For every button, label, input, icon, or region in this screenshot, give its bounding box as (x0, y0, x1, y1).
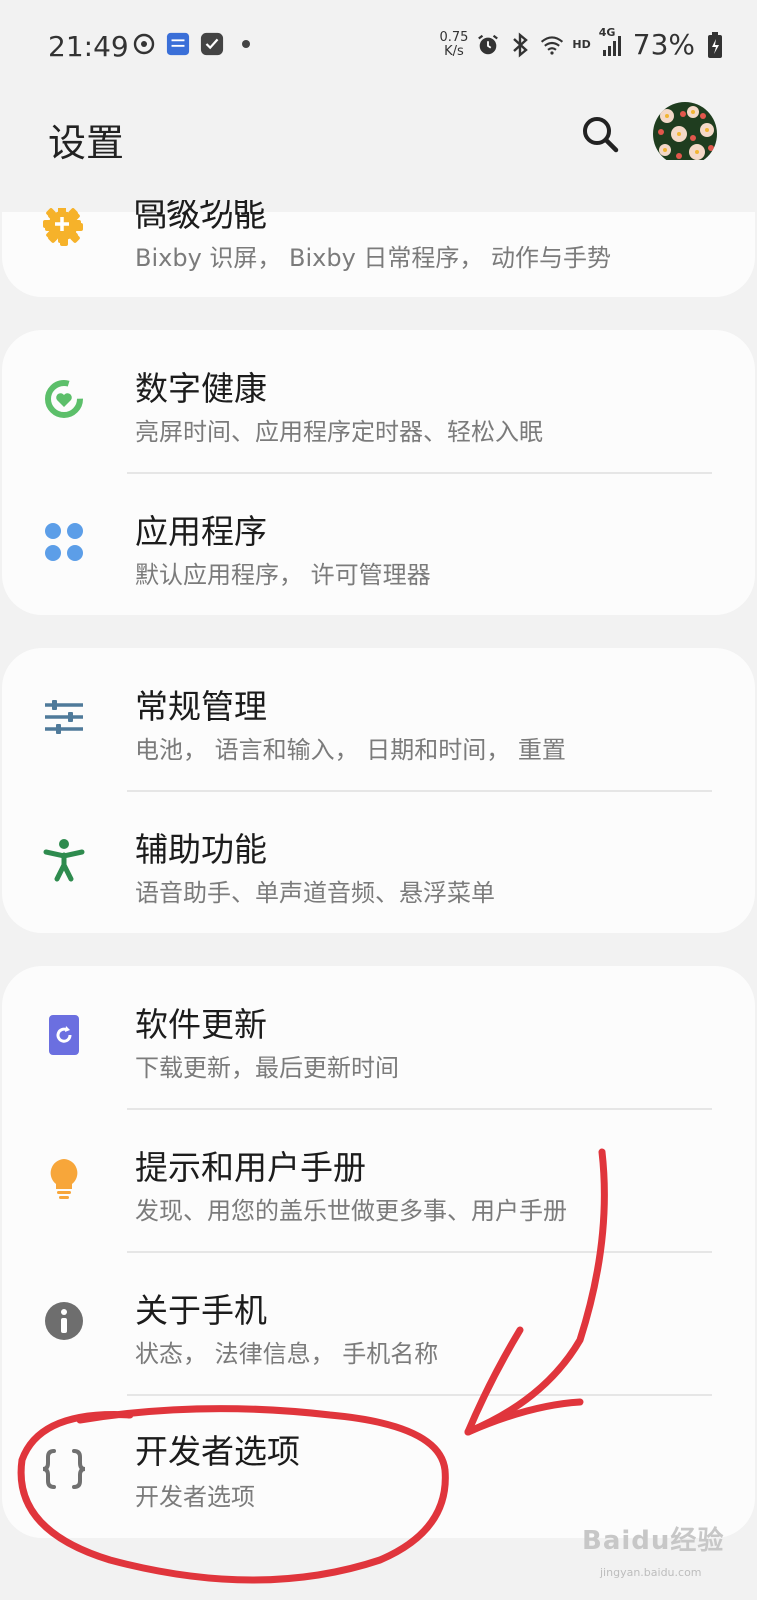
status-bar: 21:49 0.75 K/s HD 4G 73% (0, 0, 757, 90)
watermark: Baidu经验 (582, 1526, 725, 1556)
system-indicators: 0.75 K/s HD 4G 73% (439, 26, 727, 61)
tips-icon (40, 1154, 88, 1202)
search-button[interactable] (578, 112, 622, 156)
about-phone-icon (40, 1297, 88, 1345)
accessibility-icon (40, 836, 88, 884)
check-icon (200, 32, 224, 56)
settings-item-software-update[interactable]: 软件更新 下载更新，最后更新时间 (2, 966, 755, 1109)
settings-item-accessibility[interactable]: 辅助功能 语音助手、单声道音频、悬浮菜单 (2, 791, 755, 933)
settings-item-about-phone[interactable]: 关于手机 状态， 法律信息， 手机名称 (2, 1252, 755, 1395)
settings-group-system: 软件更新 下载更新，最后更新时间 提示和用户手册 发现、用您的盖乐世做更多事、用… (2, 966, 755, 1538)
settings-item-title: 关于手机 (135, 1291, 267, 1330)
developer-options-icon (40, 1445, 88, 1493)
notification-icons (132, 32, 258, 56)
settings-item-title: 辅助功能 (135, 830, 267, 869)
settings-group-wellbeing: 数字健康 亮屏时间、应用程序定时器、轻松入眠 应用程序 默认应用程序， 许可管理… (2, 330, 755, 615)
settings-item-digital-wellbeing[interactable]: 数字健康 亮屏时间、应用程序定时器、轻松入眠 (2, 330, 755, 473)
advanced-features-edge (2, 208, 755, 210)
settings-group-general: 常规管理 电池， 语言和输入， 日期和时间， 重置 辅助功能 语音助手、单声道音… (2, 648, 755, 933)
watermark-url: jingyan.baidu.com (600, 1566, 702, 1579)
settings-item-subtitle: 开发者选项 (135, 1483, 255, 1511)
settings-item-apps[interactable]: 应用程序 默认应用程序， 许可管理器 (2, 473, 755, 615)
page-title: 设置 (48, 121, 125, 165)
settings-item-subtitle: 下载更新，最后更新时间 (135, 1054, 399, 1082)
app-icon (166, 32, 190, 56)
settings-item-subtitle: 发现、用您的盖乐世做更多事、用户手册 (135, 1197, 567, 1225)
speed-unit: K/s (444, 43, 464, 59)
advanced-features-title-visible: 高级功能 (133, 200, 265, 220)
settings-item-tips[interactable]: 提示和用户手册 发现、用您的盖乐世做更多事、用户手册 (2, 1109, 755, 1252)
wifi-icon (540, 33, 564, 57)
settings-item-subtitle: 电池， 语言和输入， 日期和时间， 重置 (135, 736, 566, 764)
settings-item-title: 软件更新 (135, 1005, 267, 1044)
settings-item-subtitle: 亮屏时间、应用程序定时器、轻松入眠 (135, 418, 543, 446)
battery-percent: 73% (632, 28, 695, 61)
settings-item-subtitle: 状态， 法律信息， 手机名称 (135, 1340, 439, 1368)
general-management-icon (40, 693, 88, 741)
dot-icon (234, 32, 258, 56)
settings-item-developer-options[interactable]: 开发者选项 开发者选项 (2, 1395, 755, 1538)
settings-item-subtitle: 语音助手、单声道音频、悬浮菜单 (135, 879, 495, 907)
apps-icon (40, 518, 88, 566)
avatar[interactable] (653, 102, 717, 166)
signal-icon: 4G (599, 26, 625, 58)
digital-wellbeing-icon (40, 375, 88, 423)
settings-item-subtitle: Bixby 识屏， Bixby 日常程序， 动作与手势 (135, 244, 612, 272)
software-update-icon (40, 1011, 88, 1059)
network-type-label: 4G (598, 25, 616, 39)
settings-item-title: 提示和用户手册 (135, 1148, 366, 1187)
settings-item-title: 应用程序 (135, 512, 267, 551)
network-speed: 0.75 K/s (439, 29, 469, 59)
settings-item-title: 开发者选项 (135, 1432, 300, 1471)
search-icon (583, 117, 619, 153)
speed-value: 0.75 (439, 29, 469, 45)
bluetooth-icon (508, 31, 532, 58)
weibo-icon (132, 32, 156, 56)
settings-item-title: 常规管理 (135, 687, 267, 726)
advanced-features-icon-clip (40, 208, 84, 248)
advanced-features-title-clip: 高级功能 (2, 200, 755, 230)
alarm-icon (476, 33, 500, 57)
battery-icon (703, 31, 727, 58)
status-time: 21:49 (48, 30, 129, 63)
settings-item-subtitle: 默认应用程序， 许可管理器 (135, 561, 431, 589)
settings-item-general-management[interactable]: 常规管理 电池， 语言和输入， 日期和时间， 重置 (2, 648, 755, 791)
hd-indicator: HD (572, 38, 591, 51)
advanced-features-icon (43, 208, 81, 243)
settings-item-title: 数字健康 (135, 369, 267, 408)
